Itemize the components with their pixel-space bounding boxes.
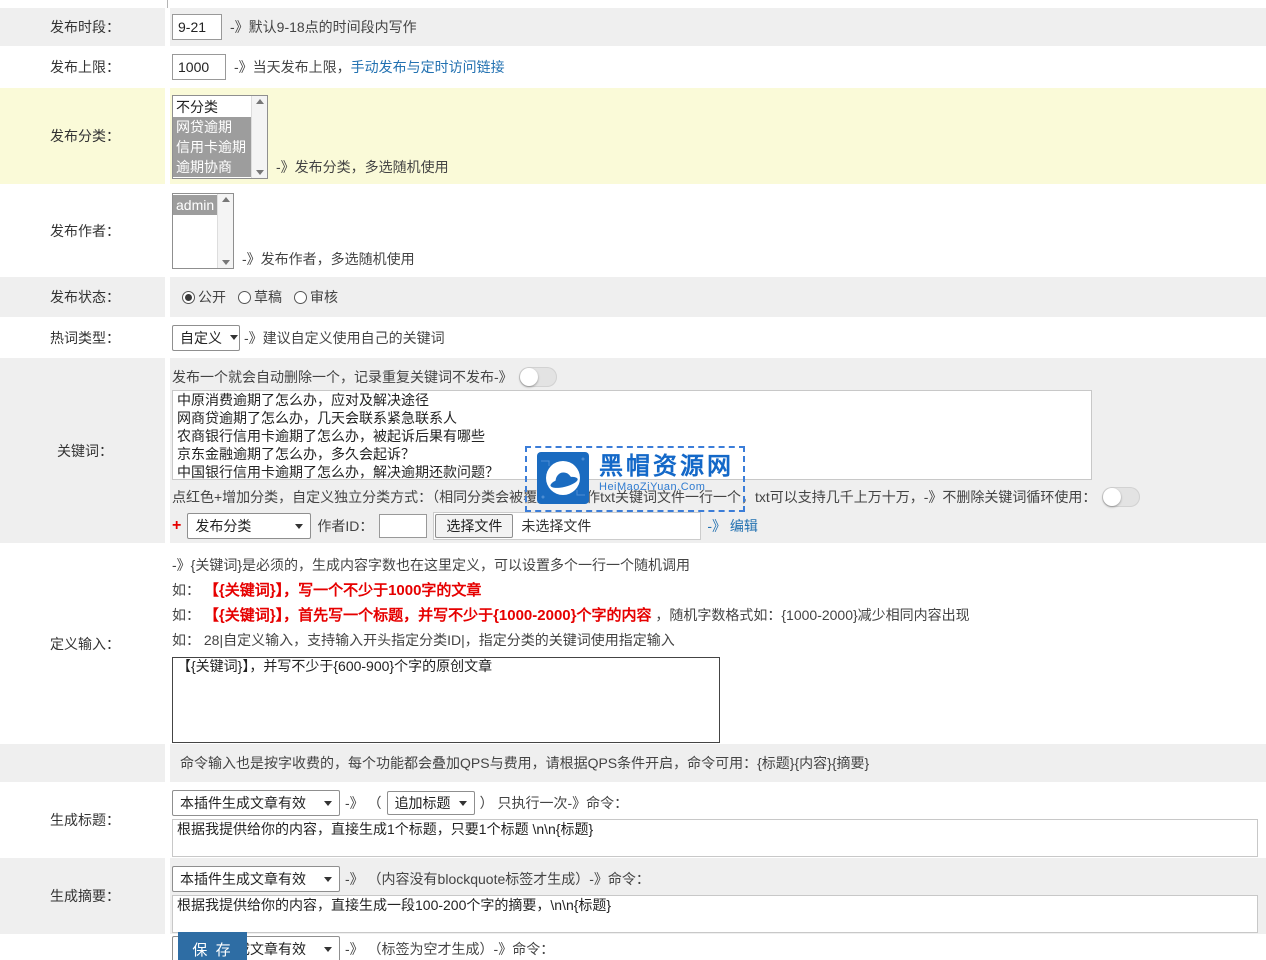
row-generate-title: 生成标题： 本插件生成文章有效 -》 （ 追加标题 ） 只执行一次-》命令： 根… — [0, 782, 1266, 858]
add-category-button[interactable]: + — [172, 517, 181, 535]
listbox-scrollbar[interactable] — [251, 96, 267, 178]
radio-public[interactable]: 公开 — [182, 287, 226, 307]
publish-category-label: 发布分类： — [0, 88, 170, 184]
keywords-label: 关键词： — [0, 358, 170, 543]
keyword-category-select[interactable]: 发布分类 — [187, 513, 311, 539]
publish-category-listbox[interactable]: 不分类 网贷逾期 信用卡逾期 逾期协商 — [172, 95, 268, 179]
category-option[interactable]: 网贷逾期 — [173, 117, 251, 137]
hotword-type-select[interactable]: 自定义 — [172, 325, 240, 351]
row-publish-author: 发布作者： admin -》发布作者，多选随机使用 — [0, 184, 1266, 277]
author-option[interactable]: admin — [173, 195, 217, 215]
row-publish-status: 发布状态： 公开 草稿 审核 — [0, 277, 1266, 317]
row-publish-limit: 发布上限： -》当天发布上限， 手动发布与定时访问链接 — [0, 46, 1266, 88]
category-option[interactable]: 信用卡逾期 — [173, 137, 251, 157]
keyword-file-input[interactable]: 选择文件 未选择文件 — [433, 512, 701, 540]
generate-title-label: 生成标题： — [0, 782, 170, 858]
cropped-element-edge — [167, 0, 168, 8]
publish-status-label: 发布状态： — [0, 277, 170, 317]
watermark-text: 黑帽资源网 HeiMaoZiYuan.Com — [599, 454, 734, 493]
black-hat-logo-icon — [537, 452, 589, 504]
scroll-down-icon[interactable] — [256, 170, 264, 175]
example1-red-text: 【{关键词}】，写一个不少于1000字的文章 — [204, 582, 482, 599]
define-input-line1: -》{关键词}是必须的，生成内容字数也在这里定义，可以设置多个一行一个随机调用 — [172, 553, 1266, 578]
hotword-type-label: 热词类型： — [0, 317, 170, 358]
chevron-down-icon — [230, 335, 238, 340]
choose-file-button[interactable]: 选择文件 — [435, 514, 513, 538]
publish-time-input[interactable] — [172, 14, 222, 40]
publish-time-label: 发布时段： — [0, 8, 170, 46]
watermark-title: 黑帽资源网 — [599, 454, 734, 480]
save-button[interactable]: 保 存 — [178, 932, 247, 960]
chevron-down-icon — [295, 524, 303, 529]
publish-category-desc: -》发布分类，多选随机使用 — [276, 157, 449, 177]
publish-author-label: 发布作者： — [0, 184, 170, 277]
radio-unselected-icon — [294, 291, 307, 304]
empty-label — [0, 744, 170, 782]
row-define-input: 定义输入： -》{关键词}是必须的，生成内容字数也在这里定义，可以设置多个一行一… — [0, 543, 1266, 744]
listbox-scrollbar[interactable] — [217, 194, 233, 268]
title-scope-select[interactable]: 本插件生成文章有效 — [172, 790, 340, 816]
generate-summary-label: 生成摘要： — [0, 858, 170, 934]
category-option[interactable]: 逾期协商 — [173, 157, 251, 177]
define-input-textarea[interactable]: 【{关键词}】，并写不少于{600-900}个字的原创文章 — [172, 657, 720, 743]
define-input-label: 定义输入： — [0, 543, 170, 744]
scroll-up-icon[interactable] — [222, 197, 230, 202]
top-crop-strip — [0, 0, 1266, 8]
define-input-example3: 如： 28|自定义输入，支持输入开头指定分类ID|，指定分类的关键词使用指定输入 — [172, 628, 1266, 653]
watermark: 黑帽资源网 HeiMaoZiYuan.Com — [525, 446, 745, 512]
summary-middle-text: -》 （内容没有blockquote标签才生成）-》命令： — [345, 869, 650, 889]
author-id-label: 作者ID： — [317, 516, 373, 536]
radio-draft[interactable]: 草稿 — [238, 287, 282, 307]
title-mode-select[interactable]: 追加标题 — [387, 791, 475, 815]
command-note-text: 命令输入也是按字收费的，每个功能都会叠加QPS与费用，请根据QPS条件开启，命令… — [180, 753, 869, 773]
define-input-example2: 如： 【{关键词}】，首先写一个标题，并写不少于{1000-2000}个字的内容… — [172, 603, 1266, 628]
keyword-loop-toggle[interactable] — [1102, 487, 1140, 507]
radio-unselected-icon — [238, 291, 251, 304]
summary-scope-select[interactable]: 本插件生成文章有效 — [172, 866, 340, 892]
row-publish-time: 发布时段： -》默认9-18点的时间段内写作 — [0, 8, 1266, 46]
publish-author-listbox[interactable]: admin — [172, 193, 234, 269]
chevron-down-icon — [324, 877, 332, 882]
hotword-type-desc: -》建议自定义使用自己的关键词 — [244, 328, 445, 348]
title-pre-text: -》 （ — [345, 793, 382, 813]
scroll-down-icon[interactable] — [222, 260, 230, 265]
category-option[interactable]: 不分类 — [173, 97, 251, 117]
title-command-textarea[interactable]: 根据我提供给你的内容，直接生成1个标题，只要1个标题 \n\n{标题} — [172, 819, 1258, 857]
row-hotword-type: 热词类型： 自定义 -》建议自定义使用自己的关键词 — [0, 317, 1266, 358]
summary-command-textarea[interactable]: 根据我提供给你的内容，直接生成一段100-200个字的摘要，\n\n{标题} — [172, 895, 1258, 933]
publish-time-desc: -》默认9-18点的时间段内写作 — [230, 17, 417, 37]
define-input-example1: 如： 【{关键词}】，写一个不少于1000字的文章 — [172, 578, 1266, 603]
row-generate-summary: 生成摘要： 本插件生成文章有效 -》 （内容没有blockquote标签才生成）… — [0, 858, 1266, 934]
radio-selected-icon — [182, 291, 195, 304]
empty-label — [0, 934, 170, 960]
chevron-down-icon — [324, 801, 332, 806]
chevron-down-icon — [324, 947, 332, 952]
file-status-text: 未选择文件 — [521, 516, 591, 536]
radio-review[interactable]: 审核 — [294, 287, 338, 307]
publish-limit-input[interactable] — [172, 54, 226, 80]
row-command-note: 命令输入也是按字收费的，每个功能都会叠加QPS与费用，请根据QPS条件开启，命令… — [0, 744, 1266, 782]
author-id-input[interactable] — [379, 514, 427, 538]
auto-delete-toggle[interactable] — [519, 367, 557, 387]
scroll-up-icon[interactable] — [256, 99, 264, 104]
example2-red-text: 【{关键词}】，首先写一个标题，并写不少于{1000-2000}个字的内容 — [204, 607, 652, 624]
publish-limit-desc: -》当天发布上限， — [234, 57, 351, 77]
auto-delete-note: 发布一个就会自动删除一个，记录重复关键词不发布-》 — [172, 367, 513, 387]
manual-publish-link[interactable]: 手动发布与定时访问链接 — [351, 57, 505, 77]
title-post-text: ） 只执行一次-》命令： — [480, 793, 629, 813]
chevron-down-icon — [459, 801, 467, 806]
edit-link[interactable]: -》 编辑 — [707, 516, 758, 536]
publish-limit-label: 发布上限： — [0, 46, 170, 88]
watermark-subtitle: HeiMaoZiYuan.Com — [599, 481, 734, 493]
tags-middle-text: -》 （标签为空才生成）-》命令： — [345, 939, 554, 959]
row-publish-category: 发布分类： 不分类 网贷逾期 信用卡逾期 逾期协商 -》发布分类，多选随机使用 — [0, 88, 1266, 184]
publish-author-desc: -》发布作者，多选随机使用 — [242, 249, 415, 269]
